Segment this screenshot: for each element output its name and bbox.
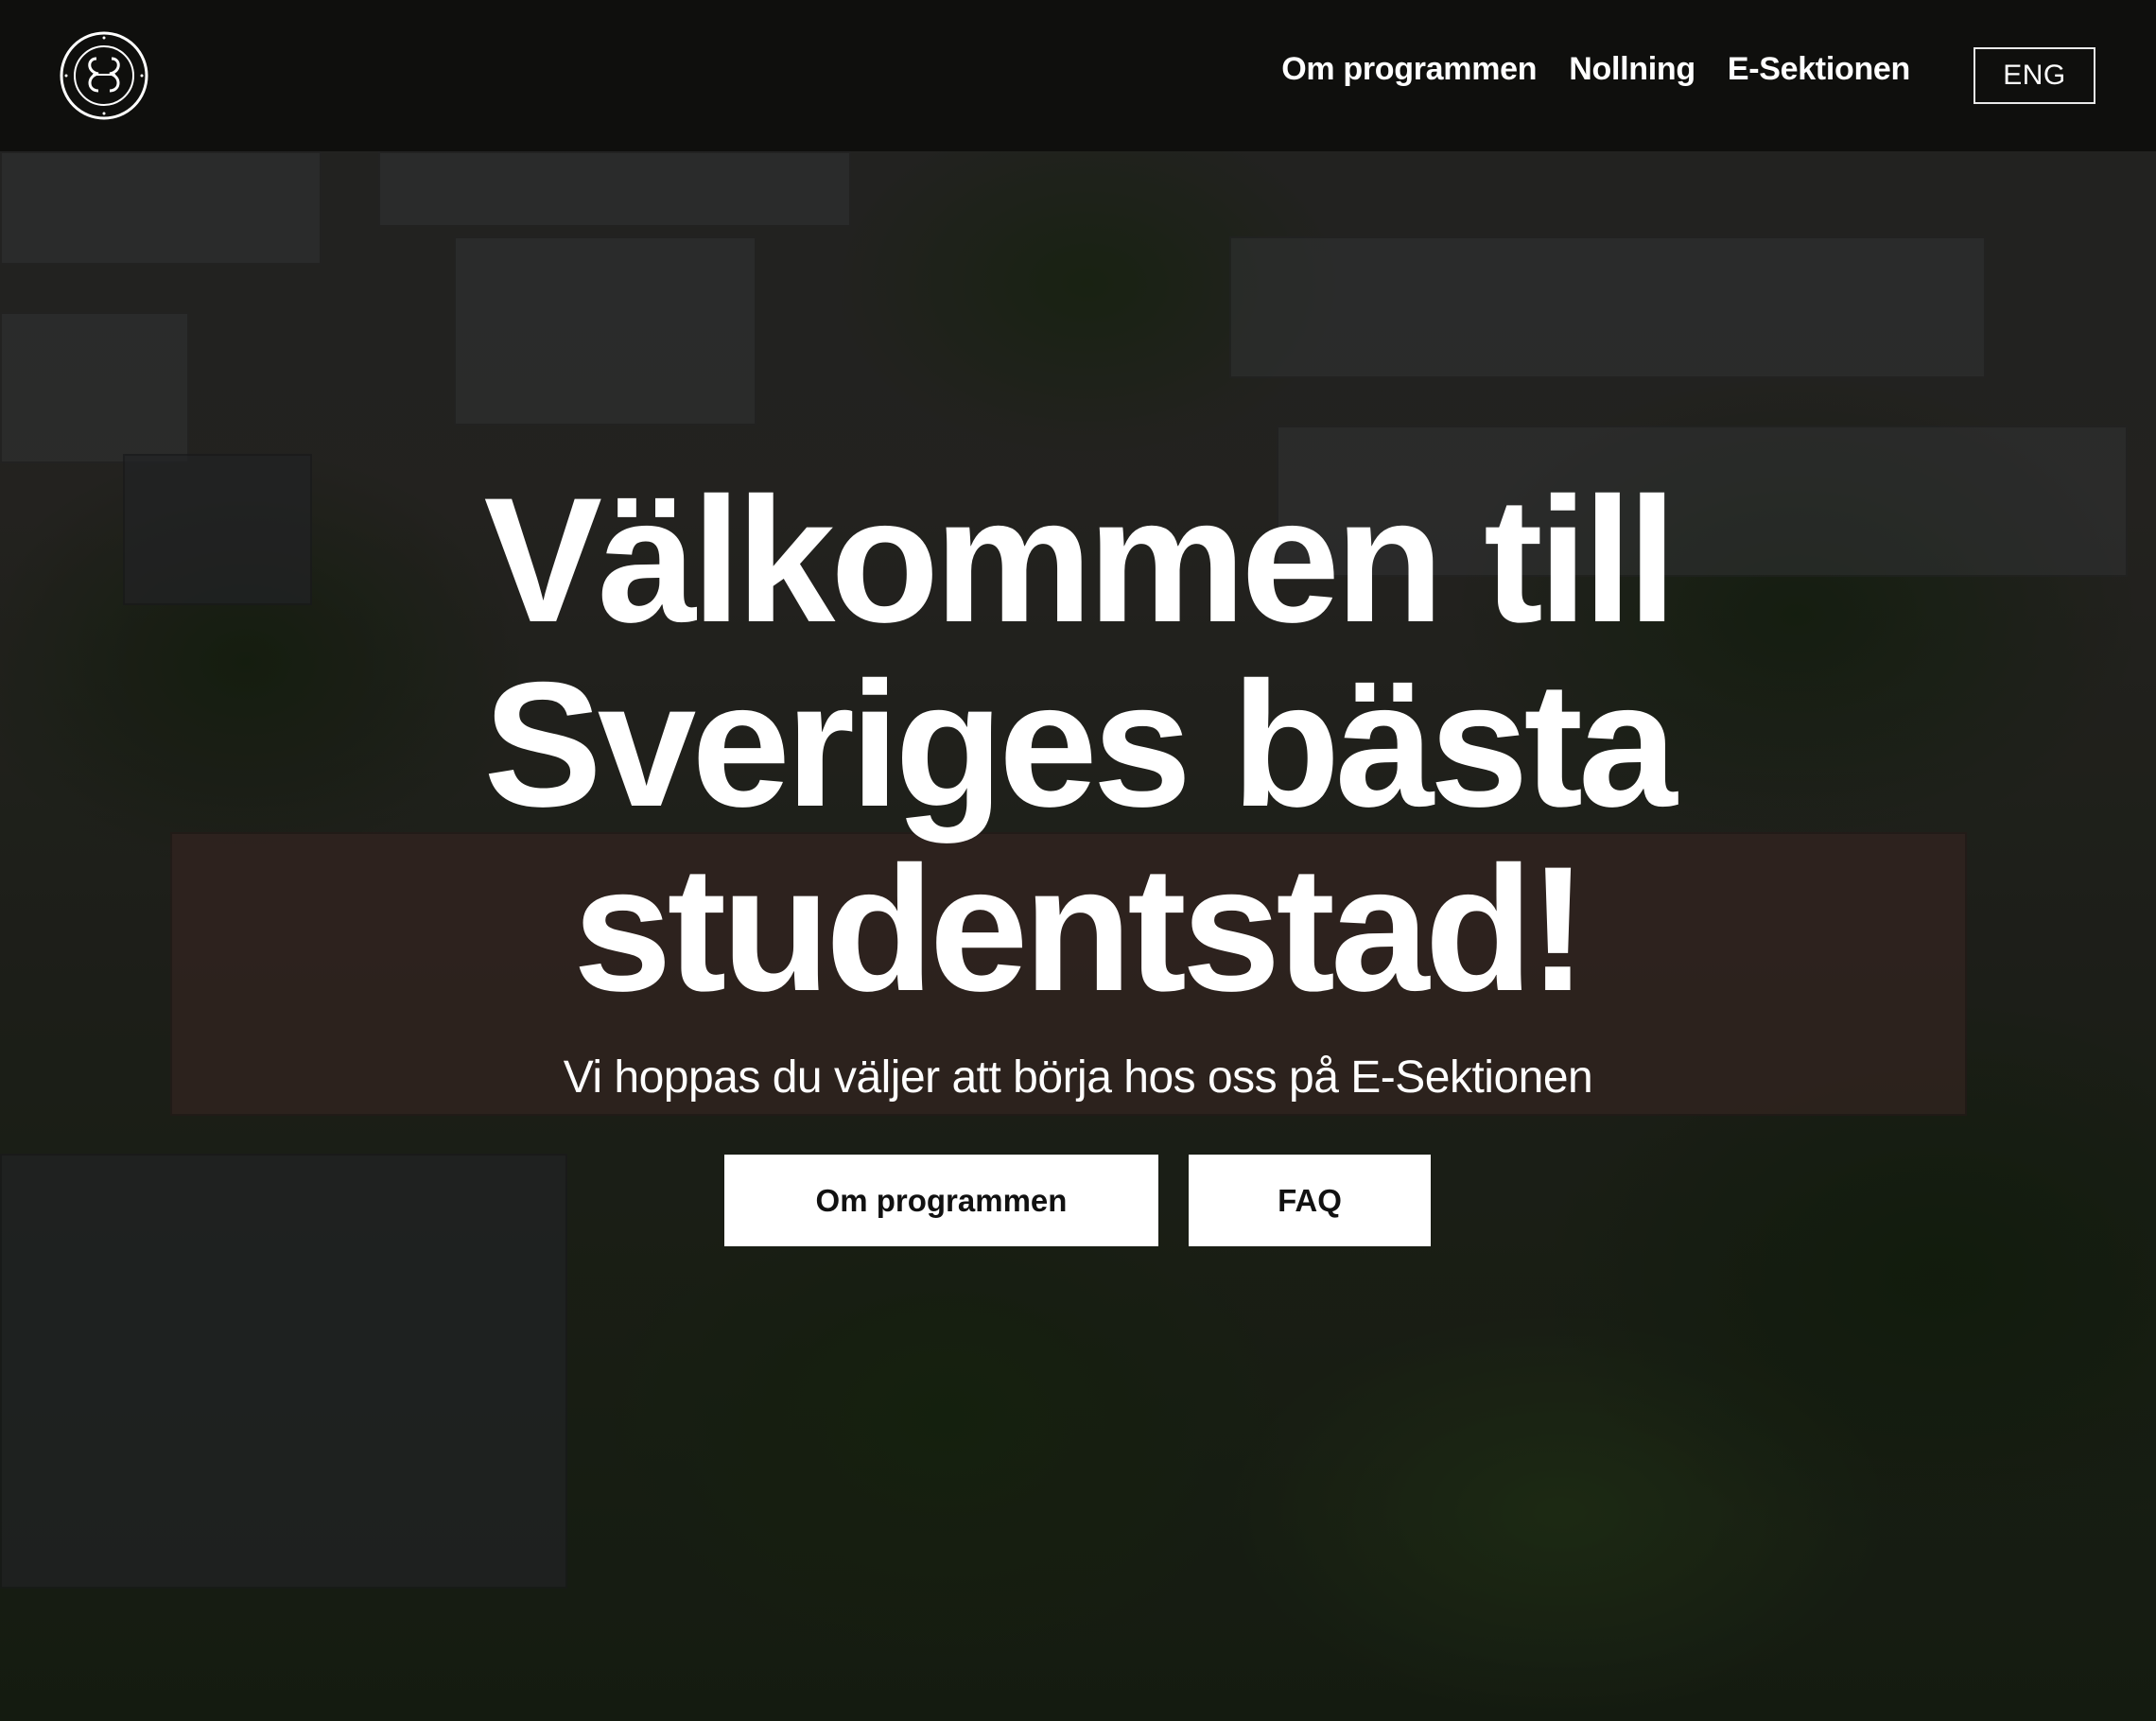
language-toggle-button[interactable]: ENG <box>1973 47 2095 104</box>
main-nav: Om programmen Nollning E-Sektionen <box>1281 51 1910 88</box>
hero-title: Välkommen till Sveriges bästa studentsta… <box>0 468 2156 1021</box>
hero-title-line-1: Välkommen till <box>483 461 1678 659</box>
nav-link-e-sektionen[interactable]: E-Sektionen <box>1728 51 1910 88</box>
site-header: Om programmen Nollning E-Sektionen ENG <box>0 0 2156 151</box>
nav-link-om-programmen[interactable]: Om programmen <box>1281 51 1537 88</box>
section-logo[interactable] <box>59 30 149 121</box>
nav-link-nollning[interactable]: Nollning <box>1569 51 1695 88</box>
faq-button[interactable]: FAQ <box>1189 1155 1431 1246</box>
hero-subtitle: Vi hoppas du väljer att börja hos oss på… <box>563 1052 1593 1103</box>
e-section-seal-icon <box>60 31 148 120</box>
page: Om programmen Nollning E-Sektionen ENG V… <box>0 0 2156 1721</box>
om-programmen-button[interactable]: Om programmen <box>724 1155 1158 1246</box>
hero-title-line-2: Sveriges bästa <box>483 645 1677 843</box>
hero-title-line-3: studentstad! <box>573 829 1588 1028</box>
